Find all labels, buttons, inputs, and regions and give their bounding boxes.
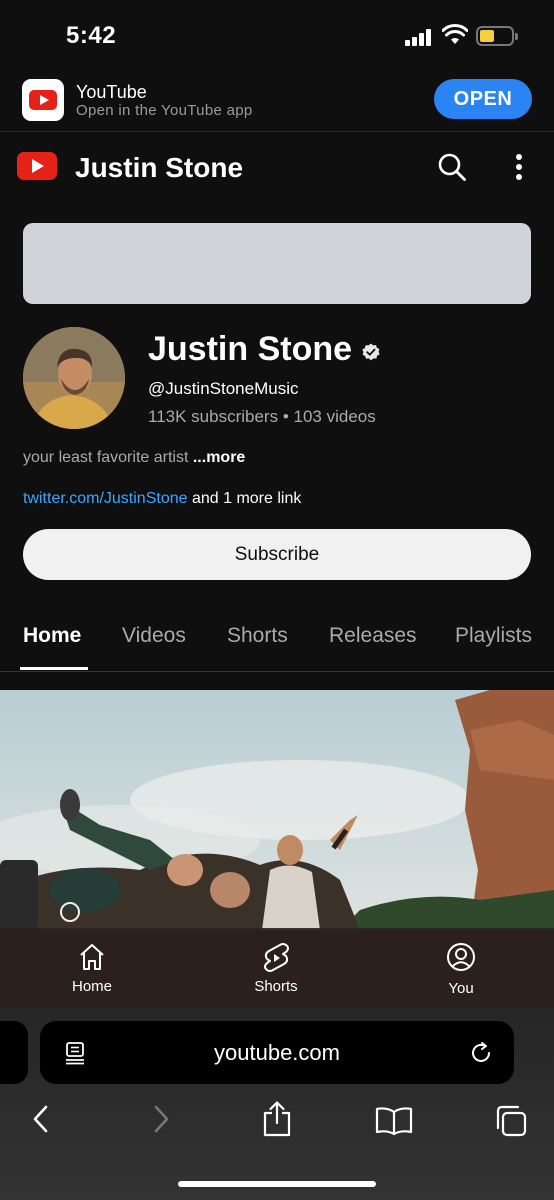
tab-home[interactable]: Home <box>23 624 81 648</box>
forward-icon[interactable] <box>150 1104 172 1134</box>
stats-separator: • <box>278 407 294 426</box>
tabs-icon[interactable] <box>494 1104 528 1138</box>
home-indicator <box>178 1181 376 1187</box>
channel-links: twitter.com/JustinStone and 1 more link <box>23 490 301 508</box>
browser-chrome: youtube.com <box>0 1008 554 1200</box>
battery-icon <box>476 26 518 46</box>
bookmarks-icon[interactable] <box>375 1106 413 1136</box>
twitter-link[interactable]: twitter.com/JustinStone <box>23 490 188 507</box>
app-banner: YouTube Open in the YouTube app OPEN <box>0 68 554 132</box>
subscribe-button[interactable]: Subscribe <box>23 529 531 580</box>
channel-tabs: Home Videos Shorts Releases Playlists <box>0 610 554 672</box>
tab-videos[interactable]: Videos <box>122 624 186 648</box>
channel-banner <box>23 223 531 304</box>
nav-shorts[interactable]: Shorts <box>236 928 316 1008</box>
open-app-button[interactable]: OPEN <box>434 79 532 119</box>
youtube-logo-icon[interactable] <box>17 152 57 180</box>
nav-you[interactable]: You <box>421 928 501 1008</box>
video-count: 103 videos <box>293 407 376 426</box>
bottom-navigation: Home Shorts You <box>0 928 554 1008</box>
description-text: your least favorite artist <box>23 449 189 466</box>
tab-shorts[interactable]: Shorts <box>227 624 288 648</box>
account-circle-icon <box>447 943 475 971</box>
tab-playlists[interactable]: Playlists <box>455 624 532 648</box>
subscriber-count: 113K subscribers <box>148 407 279 426</box>
active-tab-indicator <box>20 667 88 670</box>
nav-home[interactable]: Home <box>52 928 132 1008</box>
channel-description[interactable]: your least favorite artist ...more <box>23 449 245 467</box>
share-icon[interactable] <box>261 1100 293 1138</box>
tab-releases[interactable]: Releases <box>329 624 417 648</box>
cellular-signal-icon <box>405 28 433 46</box>
search-icon[interactable] <box>437 152 467 182</box>
wifi-icon <box>442 24 468 44</box>
video-thumbnail[interactable] <box>0 690 554 930</box>
reload-icon[interactable] <box>470 1041 494 1065</box>
status-bar: 5:42 <box>0 0 554 68</box>
header-title: Justin Stone <box>75 152 244 183</box>
previous-tab-preview[interactable] <box>0 1021 28 1084</box>
nav-shorts-label: Shorts <box>254 978 298 995</box>
channel-handle: @JustinStoneMusic <box>148 379 299 398</box>
more-options-icon[interactable] <box>512 152 526 182</box>
url-text[interactable]: youtube.com <box>40 1040 514 1066</box>
home-icon <box>80 944 104 970</box>
verified-badge-icon <box>362 343 380 361</box>
youtube-app-icon <box>22 79 64 121</box>
nav-you-label: You <box>448 980 474 997</box>
page-header: Justin Stone <box>0 132 554 204</box>
app-name: YouTube <box>76 82 147 102</box>
more-links-button[interactable]: and 1 more link <box>188 490 301 507</box>
shorts-icon <box>264 943 289 972</box>
address-bar[interactable]: youtube.com <box>40 1021 514 1084</box>
app-subtitle: Open in the YouTube app <box>76 102 253 119</box>
channel-name: Justin Stone <box>148 330 353 368</box>
channel-stats: 113K subscribers • 103 videos <box>148 407 376 427</box>
more-link[interactable]: ...more <box>188 449 245 466</box>
nav-home-label: Home <box>71 978 112 995</box>
back-icon[interactable] <box>30 1104 52 1134</box>
avatar[interactable] <box>23 327 125 429</box>
status-time: 5:42 <box>66 22 117 49</box>
